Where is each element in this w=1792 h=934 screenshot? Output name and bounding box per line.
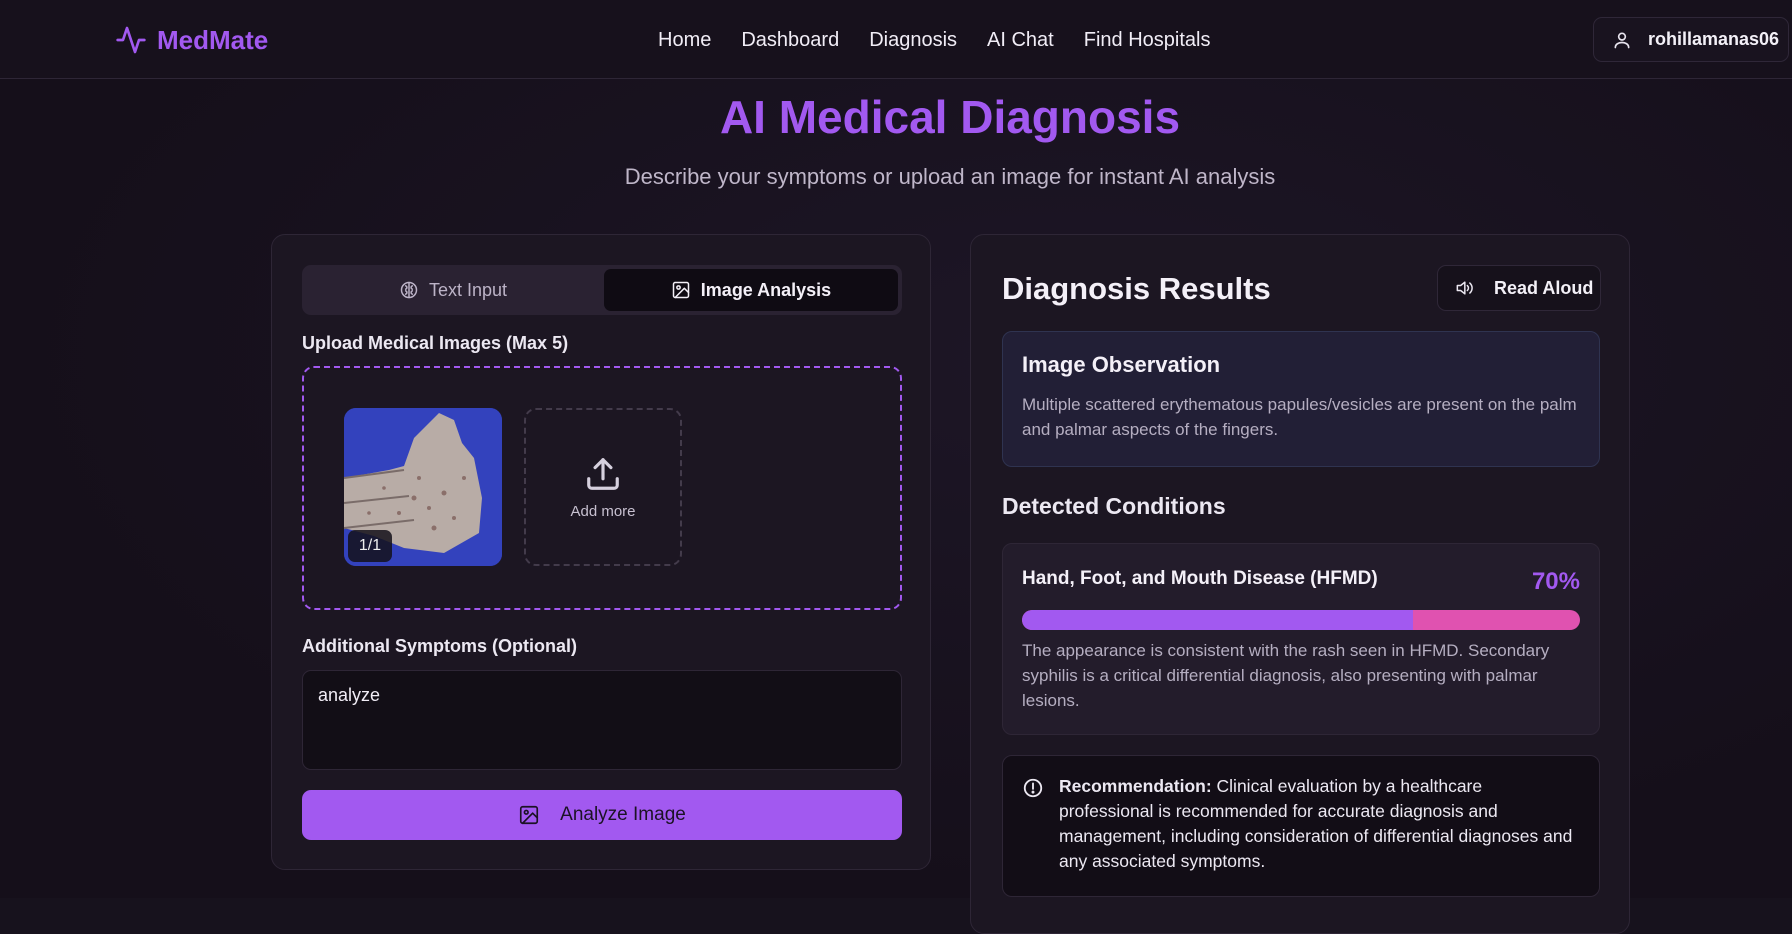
add-more-images-button[interactable]: Add more bbox=[524, 408, 682, 566]
info-alert-icon bbox=[1023, 778, 1043, 798]
read-aloud-label: Read Aloud bbox=[1494, 277, 1594, 298]
nav-link-find-hospitals[interactable]: Find Hospitals bbox=[1084, 29, 1211, 52]
upload-icon bbox=[587, 457, 619, 490]
uploaded-image-thumbnail[interactable]: 1/1 bbox=[344, 408, 502, 566]
nav-links: Home Dashboard Diagnosis AI Chat Find Ho… bbox=[658, 24, 1210, 56]
condition-name: Hand, Foot, and Mouth Disease (HFMD) bbox=[1022, 568, 1378, 589]
add-more-label: Add more bbox=[570, 502, 636, 520]
symptoms-textarea[interactable] bbox=[302, 670, 902, 770]
recommendation-box: Recommendation: Clinical evaluation by a… bbox=[1002, 755, 1600, 897]
image-icon bbox=[520, 805, 539, 825]
condition-card: Hand, Foot, and Mouth Disease (HFMD) 70%… bbox=[1002, 543, 1600, 735]
brand-name: MedMate bbox=[157, 24, 269, 55]
observation-title: Image Observation bbox=[1022, 352, 1221, 377]
user-menu-button[interactable]: rohillamanas06 bbox=[1593, 17, 1789, 62]
nav-link-dashboard[interactable]: Dashboard bbox=[741, 29, 839, 52]
image-upload-dropzone[interactable]: 1/1 Add more bbox=[302, 366, 902, 610]
upload-label: Upload Medical Images (Max 5) bbox=[302, 333, 569, 353]
read-aloud-button[interactable]: Read Aloud bbox=[1437, 265, 1601, 311]
confidence-bar-fill bbox=[1022, 610, 1413, 630]
username: rohillamanas06 bbox=[1648, 29, 1780, 49]
image-counter-badge: 1/1 bbox=[348, 530, 392, 562]
analyze-button-label: Analyze Image bbox=[560, 804, 686, 825]
tab-image-analysis-label: Image Analysis bbox=[700, 279, 832, 300]
detected-conditions-title: Detected Conditions bbox=[1002, 493, 1226, 519]
image-observation-box: Image Observation Multiple scattered ery… bbox=[1002, 331, 1600, 467]
condition-confidence: 70% bbox=[1531, 568, 1580, 595]
nav-link-diagnosis[interactable]: Diagnosis bbox=[869, 29, 957, 52]
tab-image-analysis[interactable]: Image Analysis bbox=[604, 269, 898, 311]
nav-link-ai-chat[interactable]: AI Chat bbox=[987, 29, 1054, 52]
condition-description: The appearance is consistent with the ra… bbox=[1022, 641, 1550, 710]
page-title: AI Medical Diagnosis bbox=[719, 91, 1181, 143]
symptoms-label: Additional Symptoms (Optional) bbox=[302, 636, 577, 656]
tab-text-input[interactable]: Text Input bbox=[306, 269, 600, 311]
confidence-bar bbox=[1022, 610, 1580, 630]
results-panel: Diagnosis Results Read Aloud Image Obser… bbox=[970, 234, 1630, 934]
user-icon bbox=[1614, 31, 1630, 48]
image-icon bbox=[672, 281, 690, 299]
top-navbar: MedMate Home Dashboard Diagnosis AI Chat… bbox=[0, 0, 1792, 79]
brand-logo[interactable]: MedMate bbox=[115, 22, 268, 58]
nav-link-home[interactable]: Home bbox=[658, 29, 711, 52]
speaker-icon bbox=[1456, 281, 1473, 295]
tab-text-input-label: Text Input bbox=[428, 279, 508, 300]
heartbeat-icon bbox=[116, 26, 146, 54]
input-mode-tabs: Text Input Image Analysis bbox=[302, 265, 902, 315]
results-title: Diagnosis Results bbox=[1002, 271, 1271, 306]
brain-icon bbox=[400, 281, 418, 299]
recommendation-label: Recommendation: bbox=[1059, 776, 1217, 796]
analyze-image-button[interactable]: Analyze Image bbox=[302, 790, 902, 840]
input-panel: Text Input Image Analysis Upload Medical… bbox=[271, 234, 931, 870]
observation-text: Multiple scattered erythematous papules/… bbox=[1022, 395, 1577, 439]
page-subtitle: Describe your symptoms or upload an imag… bbox=[624, 164, 1276, 189]
